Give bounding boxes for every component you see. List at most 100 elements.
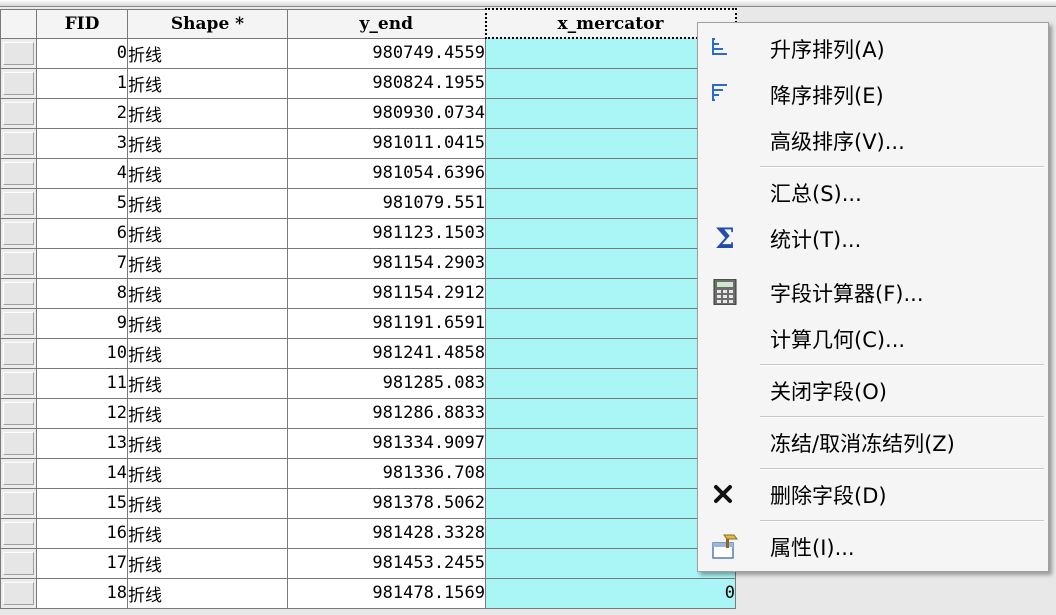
cell-y-end[interactable]: 981334.9097 — [287, 427, 486, 459]
row-selector[interactable] — [0, 517, 37, 549]
table-row[interactable]: 9 折线 981191.6591 — [0, 307, 736, 339]
table-row[interactable]: 1 折线 980824.1955 — [0, 67, 736, 99]
table-row[interactable]: 14 折线 981336.708 — [0, 457, 736, 489]
cell-shape[interactable]: 折线 — [127, 397, 288, 429]
table-row[interactable]: 6 折线 981123.1503 — [0, 217, 736, 249]
table-row[interactable]: 0 折线 980749.4559 — [0, 37, 736, 69]
cell-fid[interactable]: 2 — [36, 97, 128, 129]
cell-y-end[interactable]: 981154.2912 — [287, 277, 486, 309]
row-selector-button[interactable] — [3, 41, 34, 65]
cell-fid[interactable]: 4 — [36, 157, 128, 189]
row-selector-button[interactable] — [3, 491, 34, 515]
menu-item-calculate-geometry[interactable]: 计算几何(C)... — [698, 318, 1048, 358]
row-selector[interactable] — [0, 487, 37, 519]
table-row[interactable]: 18 折线 981478.1569 0 — [0, 577, 736, 609]
row-selector-button[interactable] — [3, 551, 34, 575]
row-selector-button[interactable] — [3, 251, 34, 275]
table-row[interactable]: 17 折线 981453.2455 — [0, 547, 736, 579]
cell-y-end[interactable]: 980930.0734 — [287, 97, 486, 129]
cell-shape[interactable]: 折线 — [127, 367, 288, 399]
table-row[interactable]: 15 折线 981378.5062 — [0, 487, 736, 519]
cell-y-end[interactable]: 981191.6591 — [287, 307, 486, 339]
cell-shape[interactable]: 折线 — [127, 457, 288, 489]
table-row[interactable]: 13 折线 981334.9097 — [0, 427, 736, 459]
cell-shape[interactable]: 折线 — [127, 277, 288, 309]
cell-fid[interactable]: 7 — [36, 247, 128, 279]
cell-fid[interactable]: 15 — [36, 487, 128, 519]
cell-y-end[interactable]: 981123.1503 — [287, 217, 486, 249]
row-selector[interactable] — [0, 397, 37, 429]
cell-fid[interactable]: 8 — [36, 277, 128, 309]
row-selector-button[interactable] — [3, 161, 34, 185]
menu-item-field-calculator[interactable]: 字段计算器(F)... — [698, 272, 1048, 312]
row-selector-button[interactable] — [3, 131, 34, 155]
cell-shape[interactable]: 折线 — [127, 487, 288, 519]
row-selector-button[interactable] — [3, 221, 34, 245]
cell-y-end[interactable]: 981154.2903 — [287, 247, 486, 279]
row-selector-button[interactable] — [3, 521, 34, 545]
column-header-fid[interactable]: FID — [36, 8, 128, 39]
cell-fid[interactable]: 1 — [36, 67, 128, 99]
cell-y-end[interactable]: 981428.3328 — [287, 517, 486, 549]
table-row[interactable]: 10 折线 981241.4858 — [0, 337, 736, 369]
cell-fid[interactable]: 0 — [36, 37, 128, 69]
row-selector[interactable] — [0, 127, 37, 159]
table-row[interactable]: 16 折线 981428.3328 — [0, 517, 736, 549]
row-selector-button[interactable] — [3, 461, 34, 485]
cell-y-end[interactable]: 981378.5062 — [287, 487, 486, 519]
row-selector[interactable] — [0, 577, 37, 609]
column-header-shape[interactable]: Shape * — [127, 8, 288, 39]
row-selector[interactable] — [0, 217, 37, 249]
table-row[interactable]: 11 折线 981285.083 — [0, 367, 736, 399]
cell-shape[interactable]: 折线 — [127, 427, 288, 459]
row-selector[interactable] — [0, 187, 37, 219]
cell-x-mercator[interactable]: 0 — [485, 577, 736, 609]
cell-shape[interactable]: 折线 — [127, 127, 288, 159]
cell-shape[interactable]: 折线 — [127, 517, 288, 549]
cell-fid[interactable]: 17 — [36, 547, 128, 579]
cell-y-end[interactable]: 981453.2455 — [287, 547, 486, 579]
table-row[interactable]: 12 折线 981286.8833 — [0, 397, 736, 429]
cell-fid[interactable]: 11 — [36, 367, 128, 399]
row-selector[interactable] — [0, 97, 37, 129]
menu-item-advanced-sort[interactable]: 高级排序(V)... — [698, 120, 1048, 160]
row-selector-button[interactable] — [3, 191, 34, 215]
row-selector-button[interactable] — [3, 581, 34, 605]
menu-item-delete-field[interactable]: 删除字段(D) — [698, 474, 1048, 514]
row-selector[interactable] — [0, 157, 37, 189]
menu-item-sort-ascending[interactable]: 升序排列(A) — [698, 28, 1048, 68]
cell-fid[interactable]: 16 — [36, 517, 128, 549]
row-selector[interactable] — [0, 337, 37, 369]
cell-shape[interactable]: 折线 — [127, 547, 288, 579]
cell-shape[interactable]: 折线 — [127, 157, 288, 189]
row-selector[interactable] — [0, 427, 37, 459]
menu-item-turn-field-off[interactable]: 关闭字段(O) — [698, 370, 1048, 410]
cell-shape[interactable]: 折线 — [127, 337, 288, 369]
row-selector[interactable] — [0, 457, 37, 489]
row-selector[interactable] — [0, 67, 37, 99]
table-row[interactable]: 2 折线 980930.0734 — [0, 97, 736, 129]
cell-y-end[interactable]: 981286.8833 — [287, 397, 486, 429]
row-selector-button[interactable] — [3, 371, 34, 395]
cell-fid[interactable]: 18 — [36, 577, 128, 609]
cell-fid[interactable]: 12 — [36, 397, 128, 429]
cell-shape[interactable]: 折线 — [127, 187, 288, 219]
row-selector[interactable] — [0, 367, 37, 399]
row-selector-button[interactable] — [3, 431, 34, 455]
row-selector-header[interactable] — [0, 8, 37, 39]
cell-fid[interactable]: 6 — [36, 217, 128, 249]
cell-fid[interactable]: 5 — [36, 187, 128, 219]
cell-fid[interactable]: 13 — [36, 427, 128, 459]
row-selector[interactable] — [0, 547, 37, 579]
table-row[interactable]: 4 折线 981054.6396 — [0, 157, 736, 189]
cell-y-end[interactable]: 981285.083 — [287, 367, 486, 399]
cell-y-end[interactable]: 981079.551 — [287, 187, 486, 219]
cell-fid[interactable]: 10 — [36, 337, 128, 369]
cell-y-end[interactable]: 981011.0415 — [287, 127, 486, 159]
cell-y-end[interactable]: 981336.708 — [287, 457, 486, 489]
row-selector[interactable] — [0, 37, 37, 69]
row-selector-button[interactable] — [3, 401, 34, 425]
cell-shape[interactable]: 折线 — [127, 577, 288, 609]
menu-item-sort-descending[interactable]: 降序排列(E) — [698, 74, 1048, 114]
column-header-y-end[interactable]: y_end — [287, 8, 486, 39]
